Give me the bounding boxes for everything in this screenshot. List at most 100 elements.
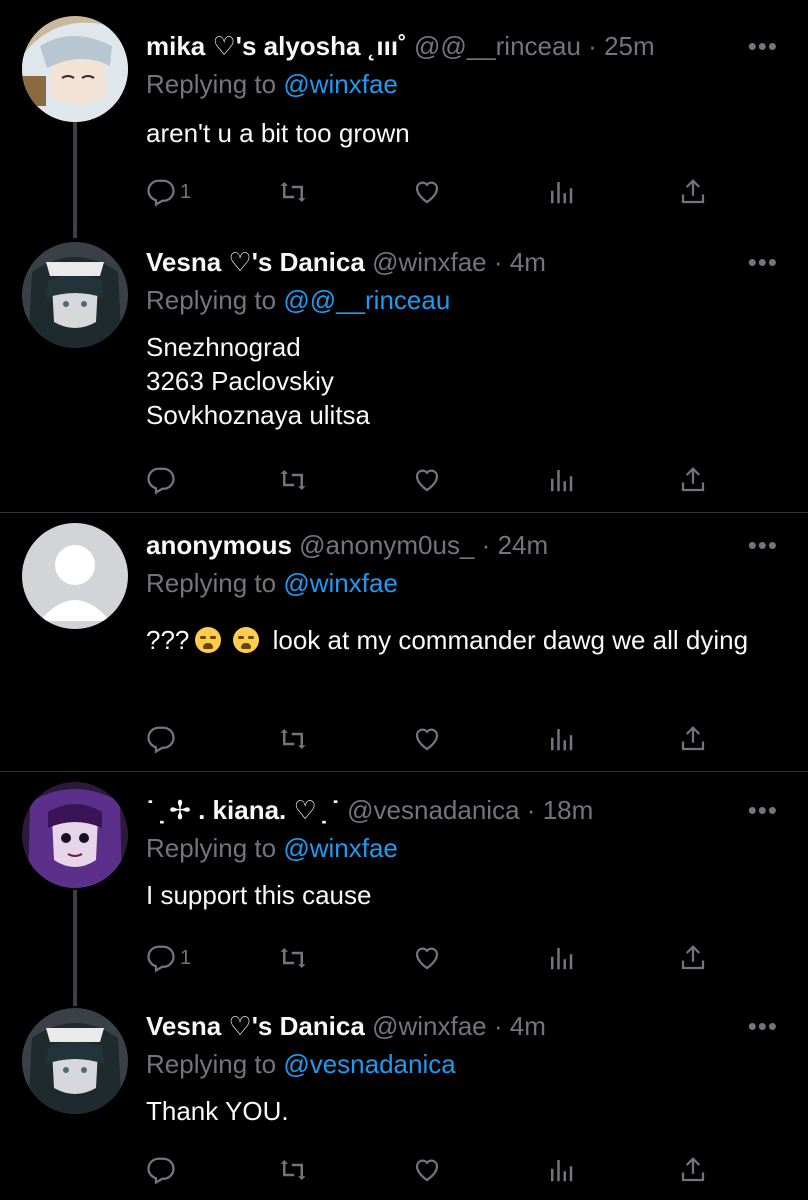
tweet-text: Snezhnograd 3263 Paclovskiy Sovkhoznaya … (146, 332, 371, 430)
timestamp[interactable]: 25m (604, 31, 655, 61)
retweet-icon (280, 182, 306, 202)
reply-button[interactable] (146, 462, 176, 498)
like-button[interactable] (412, 174, 442, 210)
tweet-header: mika ♡'s alyosha ˛ııı˚ @@__rinceau · 25m (146, 30, 655, 62)
replying-to: Replying to @winxfae (146, 68, 398, 100)
tweet-2[interactable]: Vesna ♡'s Danica @winxfae · 4m ••• Reply… (0, 232, 808, 512)
replying-to-label: Replying to (146, 1049, 277, 1079)
handle[interactable]: @winxfae (372, 1011, 487, 1041)
timestamp[interactable]: 4m (510, 247, 546, 277)
timestamp[interactable]: 18m (543, 795, 594, 825)
timestamp[interactable]: 24m (498, 530, 549, 560)
analytics-icon (551, 948, 573, 970)
action-bar: 1 (146, 940, 716, 976)
reply-button[interactable]: 1 (146, 174, 191, 210)
thread-line (73, 890, 77, 1006)
share-icon (681, 467, 705, 492)
display-name[interactable]: Vesna ♡'s Danica (146, 1011, 365, 1041)
reply-icon (147, 726, 175, 754)
retweet-button[interactable] (278, 721, 308, 757)
replying-to: Replying to @winxfae (146, 832, 398, 864)
separator: · (526, 795, 536, 825)
avatar[interactable] (22, 242, 128, 348)
timestamp[interactable]: 4m (510, 1011, 546, 1041)
mention-link[interactable]: @winxfae (283, 568, 398, 598)
share-button[interactable] (678, 462, 708, 498)
replying-to: Replying to @vesnadanica (146, 1048, 456, 1080)
tweet-1[interactable]: mika ♡'s alyosha ˛ııı˚ @@__rinceau · 25m… (0, 0, 808, 238)
handle[interactable]: @vesnadanica (347, 795, 519, 825)
share-button[interactable] (678, 174, 708, 210)
handle[interactable]: @anonym0us_ (299, 530, 474, 560)
reply-icon (147, 179, 175, 207)
display-name[interactable]: anonymous (146, 530, 292, 560)
tweet-header: Vesna ♡'s Danica @winxfae · 4m (146, 246, 546, 278)
like-button[interactable] (412, 721, 442, 757)
avatar[interactable] (22, 782, 128, 888)
reply-button[interactable] (146, 721, 176, 757)
analytics-icon (551, 729, 573, 751)
retweet-button[interactable] (278, 940, 308, 976)
reply-button[interactable]: 1 (146, 940, 191, 976)
retweet-button[interactable] (278, 174, 308, 210)
avatar[interactable] (22, 523, 128, 629)
mention-link[interactable]: @vesnadanica (283, 1049, 455, 1079)
separator: · (493, 1011, 503, 1041)
more-options-icon[interactable]: ••• (748, 532, 778, 558)
display-name[interactable]: Vesna ♡'s Danica (146, 247, 365, 277)
share-button[interactable] (678, 940, 708, 976)
action-bar: 1 (146, 174, 716, 210)
more-options-icon[interactable]: ••• (748, 797, 778, 823)
reply-button[interactable] (146, 1152, 176, 1188)
display-name[interactable]: ˙ ̣ ✢ . kiana. ♡ ̣ ˙ (146, 795, 340, 825)
mention-link[interactable]: @@__rinceau (283, 285, 450, 315)
mention-link[interactable]: @winxfae (283, 833, 398, 863)
views-button[interactable] (546, 721, 576, 757)
action-bar (146, 462, 716, 498)
handle[interactable]: @@__rinceau (414, 31, 581, 61)
mention-link[interactable]: @winxfae (283, 69, 398, 99)
views-button[interactable] (546, 462, 576, 498)
replying-to-label: Replying to (146, 285, 277, 315)
retweet-icon (280, 1160, 306, 1180)
retweet-button[interactable] (278, 462, 308, 498)
more-options-icon[interactable]: ••• (748, 1013, 778, 1039)
reply-icon (147, 945, 175, 973)
action-bar (146, 721, 716, 757)
analytics-icon (551, 182, 573, 204)
replying-to-label: Replying to (146, 833, 277, 863)
avatar[interactable] (22, 1008, 128, 1114)
views-button[interactable] (546, 1152, 576, 1188)
like-button[interactable] (412, 1152, 442, 1188)
retweet-icon (280, 729, 306, 749)
views-button[interactable] (546, 940, 576, 976)
more-options-icon[interactable]: ••• (748, 249, 778, 275)
share-button[interactable] (678, 721, 708, 757)
tweet-3[interactable]: anonymous @anonym0us_ · 24m ••• Replying… (0, 513, 808, 771)
retweet-button[interactable] (278, 1152, 308, 1188)
tweet-text-end: look at my commander dawg we all dying (265, 625, 749, 655)
tweet-text: I support this cause (146, 880, 372, 910)
more-options-icon[interactable]: ••• (748, 33, 778, 59)
reply-count: 1 (180, 180, 192, 203)
analytics-icon (551, 1160, 573, 1182)
avatar[interactable] (22, 16, 128, 122)
like-button[interactable] (412, 940, 442, 976)
retweet-icon (280, 470, 306, 490)
heart-icon (415, 469, 439, 492)
share-button[interactable] (678, 1152, 708, 1188)
replying-to: Replying to @@__rinceau (146, 284, 450, 316)
views-button[interactable] (546, 174, 576, 210)
analytics-icon (551, 470, 573, 492)
display-name[interactable]: mika ♡'s alyosha ˛ııı˚ (146, 31, 407, 61)
like-button[interactable] (412, 462, 442, 498)
tweet-text: ??? look at my commander dawg we all dyi… (146, 623, 766, 657)
share-icon (681, 1157, 705, 1182)
share-icon (681, 945, 705, 970)
handle[interactable]: @winxfae (372, 247, 487, 277)
share-icon (681, 179, 705, 204)
action-bar (146, 1152, 716, 1188)
tweet-4[interactable]: ˙ ̣ ✢ . kiana. ♡ ̣ ˙ @vesnadanica · 18m … (0, 772, 808, 1006)
tweet-5[interactable]: Vesna ♡'s Danica @winxfae · 4m ••• Reply… (0, 1000, 808, 1200)
heart-icon (415, 181, 439, 204)
